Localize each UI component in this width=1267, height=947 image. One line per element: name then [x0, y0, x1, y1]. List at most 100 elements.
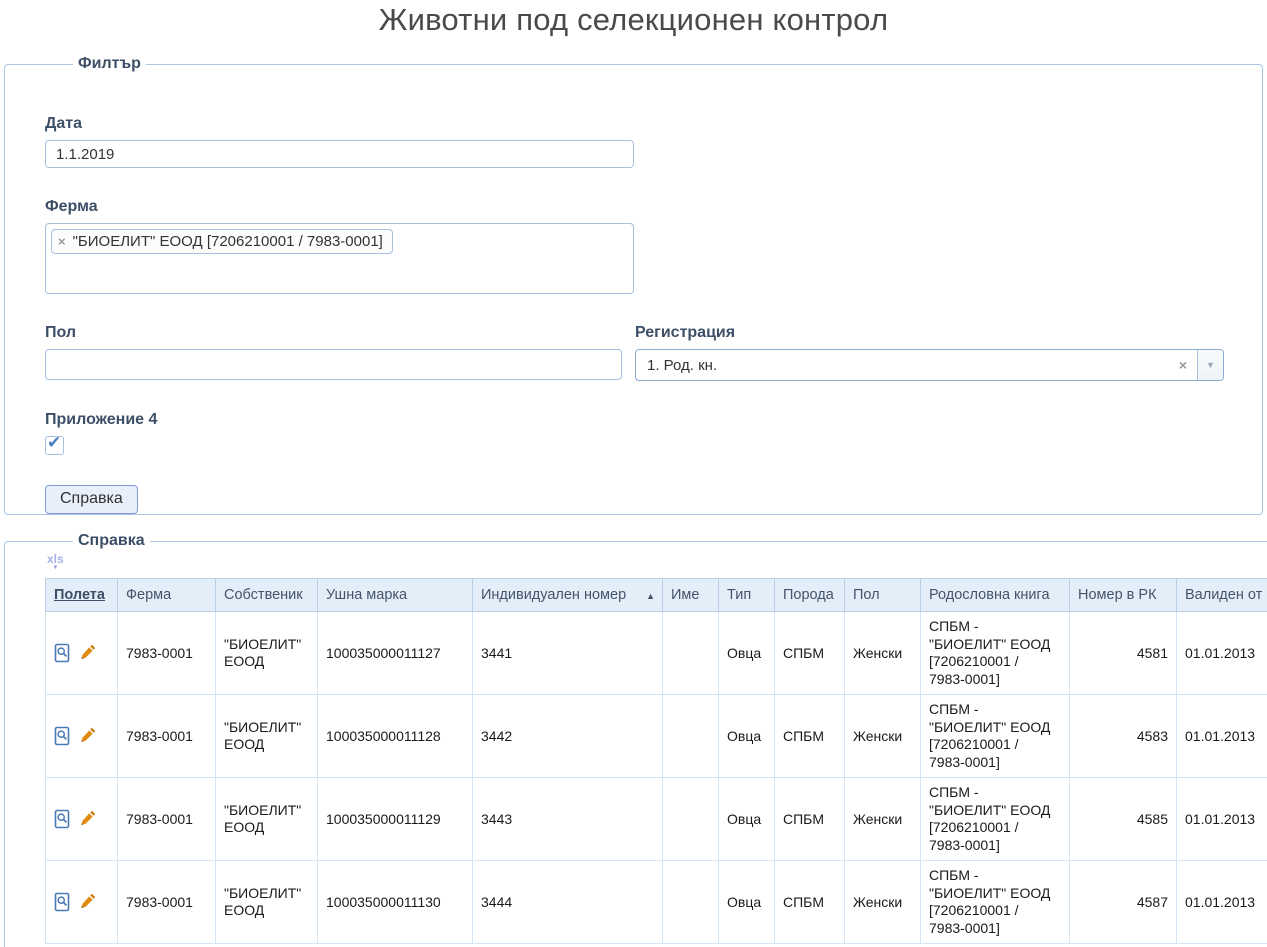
farm-selected-chip: × "БИОЕЛИТ" ЕООД [7206210001 / 7983-0001…	[51, 229, 393, 254]
registration-label: Регистрация	[635, 324, 1224, 342]
cell-owner: "БИОЕЛИТ" ЕООД	[216, 695, 318, 778]
column-header-sex[interactable]: Пол	[845, 579, 921, 612]
row-actions-cell	[46, 612, 118, 695]
sex-label: Пол	[45, 324, 622, 342]
farm-multiselect[interactable]: × "БИОЕЛИТ" ЕООД [7206210001 / 7983-0001…	[45, 223, 634, 294]
farm-field-group: Ферма × "БИОЕЛИТ" ЕООД [7206210001 / 798…	[45, 198, 1242, 294]
column-header-pedigree-book[interactable]: Родословна книга	[921, 579, 1070, 612]
cell-name	[663, 612, 719, 695]
cell-farm: 7983-0001	[118, 778, 216, 861]
cell-individual-number: 3442	[473, 695, 663, 778]
cell-rk-number: 4587	[1070, 861, 1177, 944]
cell-name	[663, 695, 719, 778]
cell-rk-number: 4583	[1070, 695, 1177, 778]
cell-type: Овца	[719, 695, 775, 778]
annex4-checkbox[interactable]: ✔	[45, 436, 64, 455]
cell-ear-tag: 100035000011129	[318, 778, 473, 861]
column-header-individual-number[interactable]: Индивидуален номер▲	[473, 579, 663, 612]
cell-rk-number: 4585	[1070, 778, 1177, 861]
preview-icon[interactable]	[54, 892, 71, 913]
column-header-ear-tag[interactable]: Ушна марка	[318, 579, 473, 612]
cell-pedigree-book: СПБМ - "БИОЕЛИТ" ЕООД [7206210001 / 7983…	[921, 612, 1070, 695]
clear-selection-icon[interactable]: ×	[1169, 350, 1197, 380]
cell-type: Овца	[719, 861, 775, 944]
edit-icon[interactable]	[79, 810, 96, 829]
sex-registration-row: Пол Регистрация 1. Род. кн. × ▼	[45, 324, 1242, 381]
cell-ear-tag: 100035000011128	[318, 695, 473, 778]
farm-chip-label: "БИОЕЛИТ" ЕООД [7206210001 / 7983-0001]	[73, 233, 383, 250]
annex4-label: Приложение 4	[45, 411, 1242, 429]
date-field-group: Дата	[45, 115, 1242, 168]
column-header-type[interactable]: Тип	[719, 579, 775, 612]
cell-owner: "БИОЕЛИТ" ЕООД	[216, 612, 318, 695]
cell-valid-from: 01.01.2013	[1177, 778, 1267, 861]
column-header-name[interactable]: Име	[663, 579, 719, 612]
xls-icon: xls	[47, 554, 64, 565]
preview-icon[interactable]	[54, 809, 71, 830]
edit-icon[interactable]	[79, 727, 96, 746]
remove-tag-icon[interactable]: ×	[58, 234, 66, 249]
edit-icon[interactable]	[79, 893, 96, 912]
cell-breed: СПБМ	[775, 778, 845, 861]
sex-field-group: Пол	[45, 324, 622, 380]
table-row: 7983-0001 "БИОЕЛИТ" ЕООД 100035000011129…	[46, 778, 1267, 861]
cell-farm: 7983-0001	[118, 861, 216, 944]
report-submit-button[interactable]: Справка	[45, 485, 138, 514]
chevron-down-icon: ▼	[1206, 360, 1215, 370]
preview-icon[interactable]	[54, 643, 71, 664]
date-label: Дата	[45, 115, 1242, 133]
row-actions-cell	[46, 778, 118, 861]
column-header-owner[interactable]: Собственик	[216, 579, 318, 612]
cell-farm: 7983-0001	[118, 612, 216, 695]
page-title: Животни под селекционен контрол	[0, 2, 1267, 38]
cell-breed: СПБМ	[775, 612, 845, 695]
date-input[interactable]	[45, 140, 634, 168]
cell-individual-number: 3443	[473, 778, 663, 861]
column-header-valid-from[interactable]: Валиден от	[1177, 579, 1267, 612]
cell-individual-number: 3441	[473, 612, 663, 695]
cell-valid-from: 01.01.2013	[1177, 695, 1267, 778]
sex-input[interactable]	[45, 349, 622, 380]
annex4-field-group: Приложение 4 ✔	[45, 411, 1242, 455]
dropdown-button[interactable]: ▼	[1197, 350, 1223, 380]
cell-ear-tag: 100035000011130	[318, 861, 473, 944]
cell-valid-from: 01.01.2013	[1177, 612, 1267, 695]
cell-pedigree-book: СПБМ - "БИОЕЛИТ" ЕООД [7206210001 / 7983…	[921, 778, 1070, 861]
cell-rk-number: 4581	[1070, 612, 1177, 695]
cell-ear-tag: 100035000011127	[318, 612, 473, 695]
cell-breed: СПБМ	[775, 861, 845, 944]
cell-sex: Женски	[845, 695, 921, 778]
report-table: Полета Ферма Собственик Ушна марка Индив…	[45, 578, 1267, 944]
table-header-row: Полета Ферма Собственик Ушна марка Индив…	[46, 579, 1267, 612]
column-header-breed[interactable]: Порода	[775, 579, 845, 612]
export-arrow-icon: ▼	[52, 565, 58, 571]
cell-pedigree-book: СПБМ - "БИОЕЛИТ" ЕООД [7206210001 / 7983…	[921, 695, 1070, 778]
row-actions-cell	[46, 861, 118, 944]
cell-type: Овца	[719, 778, 775, 861]
table-row: 7983-0001 "БИОЕЛИТ" ЕООД 100035000011128…	[46, 695, 1267, 778]
registration-value: 1. Род. кн.	[636, 350, 1169, 380]
edit-icon[interactable]	[79, 644, 96, 663]
report-legend: Справка	[73, 532, 150, 550]
table-row: 7983-0001 "БИОЕЛИТ" ЕООД 100035000011130…	[46, 861, 1267, 944]
export-xls-link[interactable]: xls ▼	[47, 554, 64, 571]
cell-sex: Женски	[845, 612, 921, 695]
report-panel: Справка xls ▼ Полета Ферма Собственик Уш…	[4, 532, 1267, 947]
checkmark-icon: ✔	[47, 433, 61, 453]
filter-panel: Филтър Дата Ферма × "БИОЕЛИТ" ЕООД [7206…	[4, 55, 1263, 515]
cell-name	[663, 778, 719, 861]
registration-combobox[interactable]: 1. Род. кн. × ▼	[635, 349, 1224, 381]
column-header-farm[interactable]: Ферма	[118, 579, 216, 612]
filter-legend: Филтър	[73, 55, 146, 73]
column-header-fields[interactable]: Полета	[46, 579, 118, 612]
cell-owner: "БИОЕЛИТ" ЕООД	[216, 778, 318, 861]
cell-sex: Женски	[845, 861, 921, 944]
cell-owner: "БИОЕЛИТ" ЕООД	[216, 861, 318, 944]
preview-icon[interactable]	[54, 726, 71, 747]
column-header-rk-number[interactable]: Номер в РК	[1070, 579, 1177, 612]
cell-breed: СПБМ	[775, 695, 845, 778]
sort-ascending-icon: ▲	[646, 591, 655, 601]
cell-valid-from: 01.01.2013	[1177, 861, 1267, 944]
cell-individual-number: 3444	[473, 861, 663, 944]
cell-farm: 7983-0001	[118, 695, 216, 778]
